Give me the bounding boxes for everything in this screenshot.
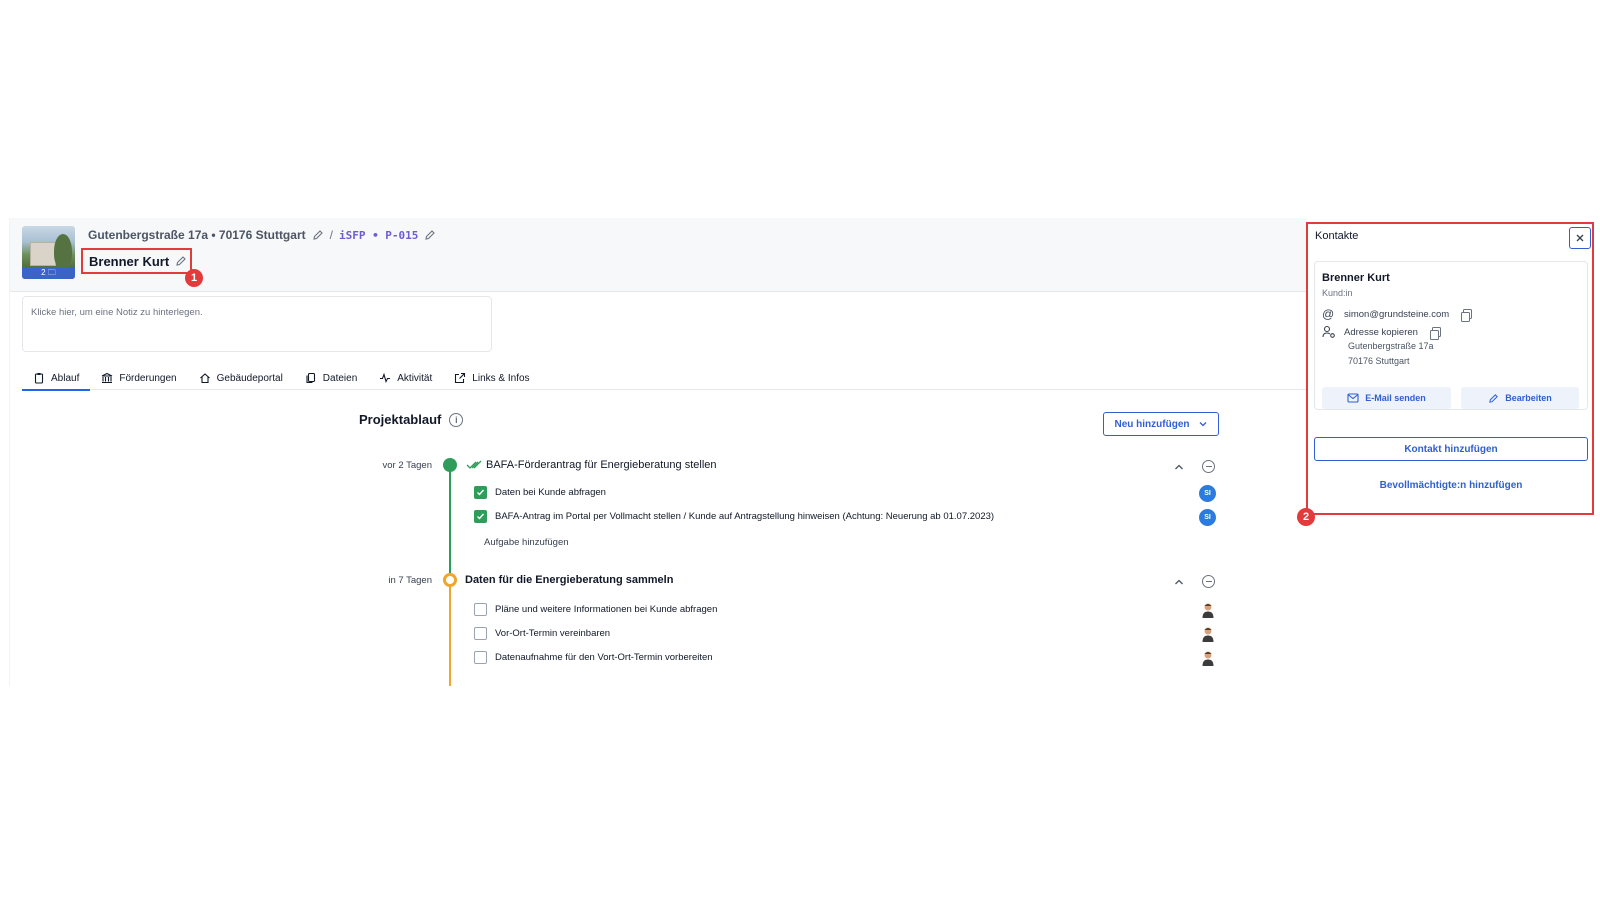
task-row[interactable]: Vor-Ort-Termin vereinbaren — [474, 627, 610, 640]
add-new-button[interactable]: Neu hinzufügen — [1103, 412, 1219, 436]
edit-project-icon[interactable] — [424, 229, 436, 241]
edit-address-icon[interactable] — [312, 229, 324, 241]
task-checkbox[interactable] — [474, 627, 487, 640]
chevron-down-icon — [1199, 422, 1206, 427]
clipboard-icon — [34, 373, 44, 384]
project-view: 2 🗀 Gutenbergstraße 17a • 70176 Stuttgar… — [9, 218, 1307, 686]
annotation-badge-2: 2 — [1297, 508, 1315, 526]
project-id[interactable]: iSFP • P-015 — [339, 229, 418, 242]
task-checkbox[interactable] — [474, 510, 487, 523]
tab-foerderungen[interactable]: Förderungen — [90, 366, 187, 390]
tab-links-infos[interactable]: Links & Infos — [443, 366, 540, 390]
contact-email-row: @ simon@grundsteine.com — [1322, 307, 1473, 322]
close-panel-button[interactable] — [1569, 227, 1591, 249]
add-proxy-link[interactable]: Bevollmächtigte:n hinzufügen — [1314, 480, 1588, 491]
breadcrumb: Gutenbergstraße 17a • 70176 Stuttgart / … — [88, 228, 436, 242]
bank-icon — [102, 372, 113, 384]
remove-phase-icon[interactable] — [1202, 460, 1215, 473]
tab-gebaeudeportal[interactable]: Gebäudeportal — [188, 366, 294, 390]
task-row[interactable]: Pläne und weitere Informationen bei Kund… — [474, 603, 717, 616]
collapse-chevron-icon[interactable] — [1173, 461, 1185, 473]
timeline-header: Projektablauf i — [359, 412, 464, 427]
task-checkbox[interactable] — [474, 603, 487, 616]
person-avatar-icon[interactable] — [1201, 650, 1215, 666]
contact-email[interactable]: simon@grundsteine.com — [1344, 309, 1449, 320]
client-name-title: Brenner Kurt — [89, 253, 170, 269]
copy-address-icon[interactable] — [1429, 327, 1441, 340]
assignee-avatar[interactable]: SI — [1199, 485, 1216, 502]
phase-relative-date: in 7 Tagen — [388, 575, 432, 586]
task-checkbox[interactable] — [474, 486, 487, 499]
phase-status-open — [443, 573, 457, 587]
contact-name: Brenner Kurt — [1322, 272, 1390, 284]
contact-city: 70176 Stuttgart — [1348, 356, 1410, 366]
task-row[interactable]: Datenaufnahme für den Vort-Ort-Termin vo… — [474, 651, 713, 664]
photo-count-badge: 2 🗀 — [22, 267, 75, 279]
tab-aktivitaet[interactable]: Aktivität — [368, 366, 443, 390]
project-address: Gutenbergstraße 17a • 70176 Stuttgart — [88, 228, 306, 242]
pencil-icon — [1489, 393, 1499, 403]
edit-client-name-icon[interactable] — [175, 255, 187, 267]
task-row[interactable]: Daten bei Kunde abfragen — [474, 486, 606, 499]
house-icon — [199, 373, 210, 384]
timeline-title: Projektablauf — [359, 412, 442, 427]
project-tabs: Ablauf Förderungen Gebäudeportal Dateien… — [22, 366, 1307, 391]
timeline-line-open — [449, 582, 451, 686]
phase-title[interactable]: BAFA-Förderantrag für Energieberatung st… — [466, 459, 717, 471]
client-name-highlight: Brenner Kurt — [81, 248, 192, 274]
task-checkbox[interactable] — [474, 651, 487, 664]
contact-street: Gutenbergstraße 17a — [1348, 341, 1434, 351]
timeline-line-done — [449, 466, 451, 582]
contact-role: Kund:in — [1322, 288, 1353, 298]
mail-icon — [1347, 393, 1359, 403]
double-check-icon — [466, 460, 482, 469]
tab-ablauf[interactable]: Ablauf — [22, 366, 91, 391]
add-contact-button[interactable]: Kontakt hinzufügen — [1314, 437, 1588, 461]
remove-phase-icon[interactable] — [1202, 575, 1215, 588]
breadcrumb-separator: / — [329, 228, 333, 242]
at-icon: @ — [1322, 307, 1335, 321]
tab-dateien[interactable]: Dateien — [294, 366, 368, 390]
contact-address-row: Adresse kopieren — [1322, 325, 1441, 340]
copy-address-label[interactable]: Adresse kopieren — [1344, 327, 1418, 338]
external-link-icon — [455, 372, 466, 384]
annotation-badge-1: 1 — [185, 269, 203, 287]
project-header: 2 🗀 Gutenbergstraße 17a • 70176 Stuttgar… — [10, 218, 1307, 292]
person-avatar-icon[interactable] — [1201, 602, 1215, 618]
close-icon — [1576, 234, 1584, 242]
phase-relative-date: vor 2 Tagen — [382, 460, 432, 471]
phase-title[interactable]: Daten für die Energieberatung sammeln — [465, 574, 673, 586]
send-email-button[interactable]: E-Mail senden — [1322, 387, 1451, 409]
files-icon — [306, 372, 315, 384]
activity-icon — [380, 372, 391, 384]
task-row[interactable]: BAFA-Antrag im Portal per Vollmacht stel… — [474, 510, 994, 523]
info-icon[interactable]: i — [449, 412, 464, 427]
location-person-icon — [1322, 325, 1335, 338]
assignee-avatar[interactable]: SI — [1199, 509, 1216, 526]
person-avatar-icon[interactable] — [1201, 626, 1215, 642]
edit-contact-button[interactable]: Bearbeiten — [1461, 387, 1579, 409]
note-field[interactable]: Klicke hier, um eine Notiz zu hinterlege… — [22, 296, 492, 352]
building-photo-thumbnail[interactable]: 2 🗀 — [22, 226, 75, 279]
collapse-chevron-icon[interactable] — [1173, 576, 1185, 588]
contacts-panel-title: Kontakte — [1315, 230, 1359, 242]
copy-email-icon[interactable] — [1461, 309, 1473, 322]
phase-status-done — [443, 458, 457, 472]
add-task-link[interactable]: Aufgabe hinzufügen — [484, 537, 569, 548]
